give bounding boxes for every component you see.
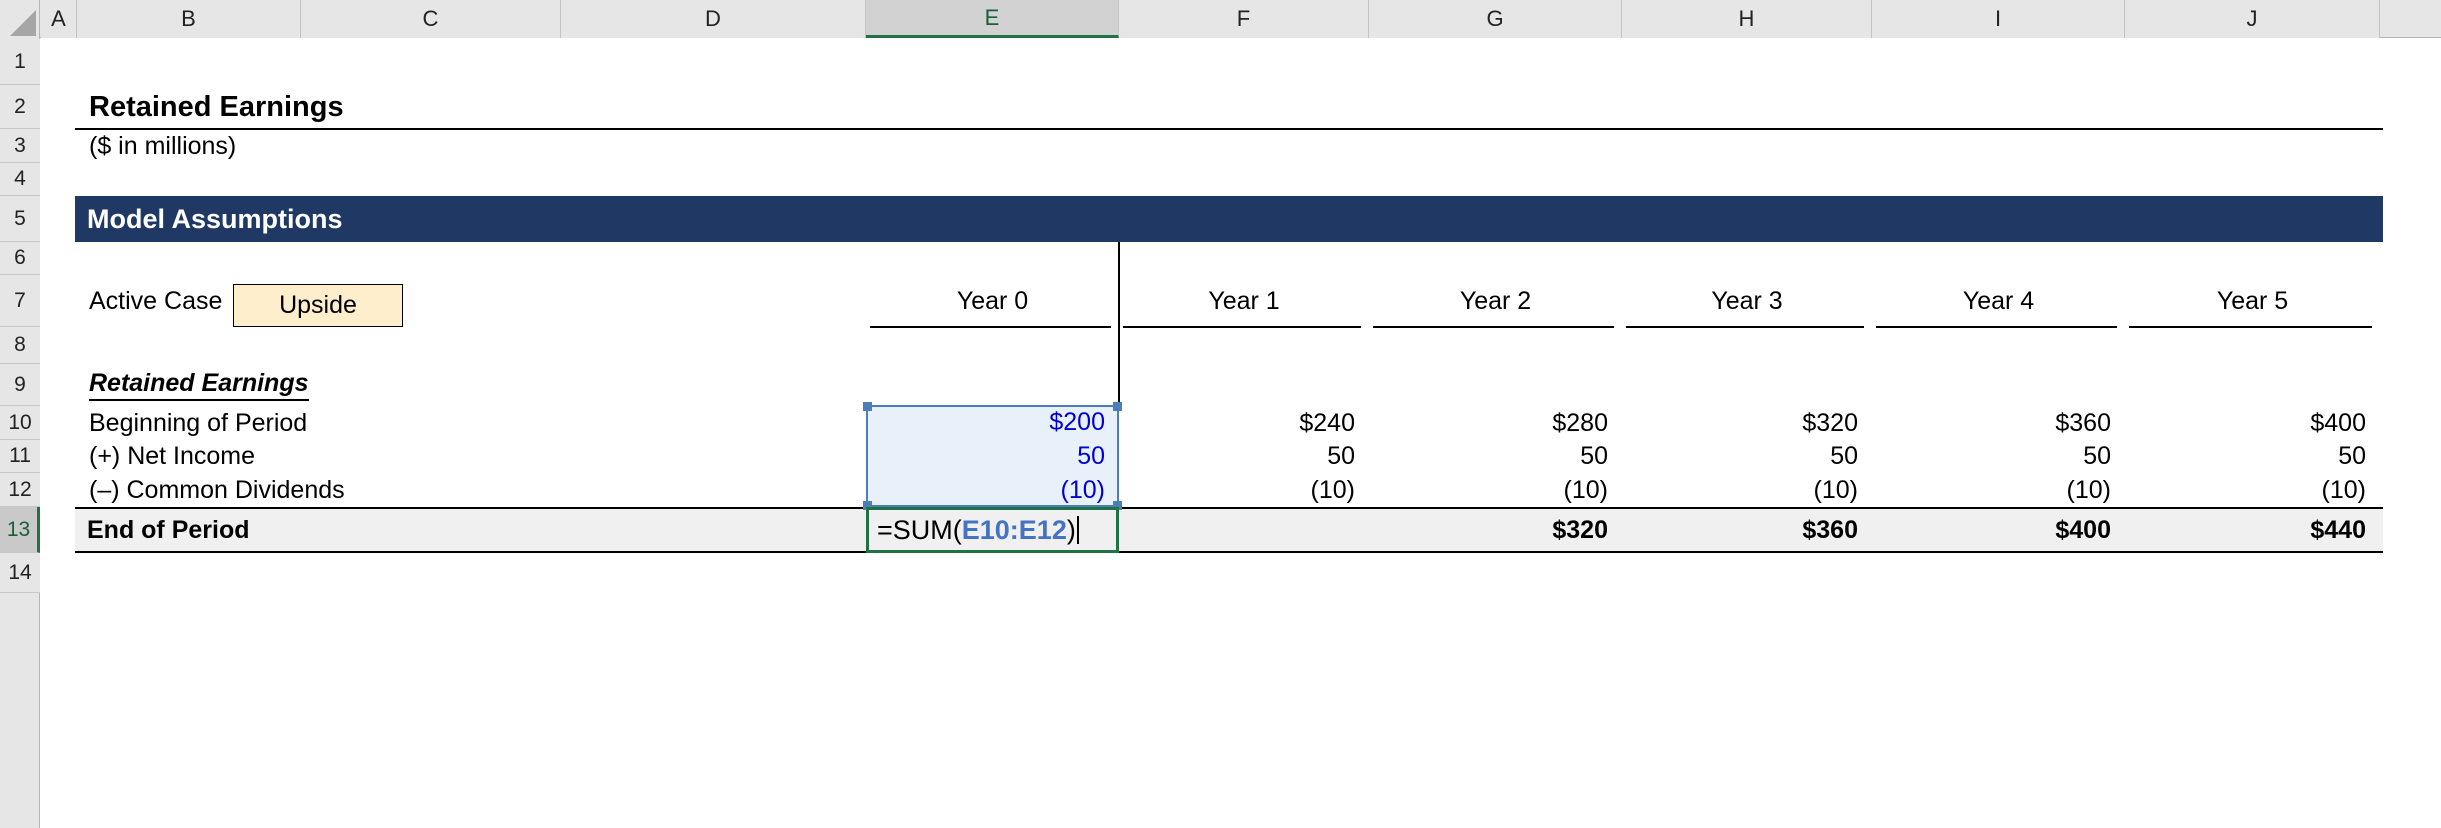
period-header-underline bbox=[1123, 326, 1361, 328]
line-item-value: (10) bbox=[1563, 475, 1608, 504]
period-header-underline bbox=[1373, 326, 1614, 328]
total-row-label: End of Period bbox=[87, 515, 250, 544]
row-header-3[interactable]: 3 bbox=[0, 129, 40, 163]
highlighted-range-value: (10) bbox=[1060, 475, 1105, 504]
row-header-9[interactable]: 9 bbox=[0, 364, 40, 406]
period-header-underline bbox=[1626, 326, 1864, 328]
line-item-value: (10) bbox=[2321, 475, 2366, 504]
active-cell-editor[interactable]: =SUM(E10:E12) bbox=[866, 507, 1119, 553]
row-header-6[interactable]: 6 bbox=[0, 242, 40, 275]
period-header-underline bbox=[870, 326, 1111, 328]
period-header-j: Year 5 bbox=[2216, 286, 2289, 315]
highlighted-range-values: $200 50 (10) bbox=[866, 405, 1119, 507]
formula-suffix: ) bbox=[1066, 514, 1076, 545]
sheet-title: Retained Earnings bbox=[89, 90, 344, 123]
row-header-12[interactable]: 12 bbox=[0, 473, 40, 507]
column-header-d[interactable]: D bbox=[561, 0, 866, 38]
spreadsheet-grid: ABCDEFGHIJ 1 2 3 4 5 6 7 8 9 10 11 12 13 14 Retained … bbox=[0, 0, 2441, 828]
row-header-13[interactable]: 13 bbox=[0, 507, 40, 553]
period-header-i: Year 4 bbox=[1962, 286, 2035, 315]
period-header-g: Year 2 bbox=[1459, 286, 1532, 315]
line-item-value: 50 bbox=[1580, 442, 1608, 470]
line-item-value: 50 bbox=[2083, 442, 2111, 470]
column-header-b[interactable]: B bbox=[77, 0, 301, 38]
line-item-value: 50 bbox=[2338, 442, 2366, 470]
formula-prefix: =SUM( bbox=[877, 514, 962, 545]
column-header-e[interactable]: E bbox=[866, 0, 1119, 38]
line-item-label: (–) Common Dividends bbox=[89, 475, 345, 504]
retained-earnings-section-header: Retained Earnings bbox=[77, 364, 377, 406]
period-header-underline bbox=[1876, 326, 2117, 328]
line-item-value: $280 bbox=[1552, 408, 1608, 437]
highlighted-range-value: 50 bbox=[1077, 441, 1105, 470]
total-value: $360 bbox=[1802, 515, 1858, 544]
line-item-label: Beginning of Period bbox=[89, 408, 308, 437]
sheet-subtitle: ($ in millions) bbox=[89, 131, 237, 160]
line-item-label: (+) Net Income bbox=[89, 442, 256, 470]
column-header-a[interactable]: A bbox=[41, 0, 77, 38]
row-header-5[interactable]: 5 bbox=[0, 196, 40, 242]
column-header-i[interactable]: I bbox=[1872, 0, 2125, 38]
formula-reference: E10:E12 bbox=[961, 514, 1067, 545]
period-header-f: Year 1 bbox=[1208, 286, 1280, 315]
line-item-value: (10) bbox=[1813, 475, 1858, 504]
row-header-4[interactable]: 4 bbox=[0, 163, 40, 196]
column-header-h[interactable]: H bbox=[1622, 0, 1872, 38]
period-header-h: Year 3 bbox=[1711, 286, 1783, 315]
column-header-j[interactable]: J bbox=[2125, 0, 2380, 38]
active-case-input[interactable]: Upside bbox=[233, 284, 403, 327]
column-header-g[interactable]: G bbox=[1369, 0, 1622, 38]
column-header-f[interactable]: F bbox=[1119, 0, 1369, 38]
row-header-7[interactable]: 7 bbox=[0, 275, 40, 327]
period-header-e: Year 0 bbox=[956, 286, 1029, 315]
period-header-underline bbox=[2129, 326, 2372, 328]
total-value: $440 bbox=[2310, 515, 2366, 544]
line-item-value: $320 bbox=[1802, 408, 1858, 437]
line-item-value: (10) bbox=[2066, 475, 2111, 504]
model-assumptions-band: Model Assumptions bbox=[75, 196, 2383, 242]
total-value: $400 bbox=[2055, 515, 2111, 544]
row-header-1[interactable]: 1 bbox=[0, 39, 40, 85]
line-item-value: 50 bbox=[1830, 442, 1858, 470]
column-header-c[interactable]: C bbox=[301, 0, 561, 38]
sheet-body: Retained Earnings ($ in millions) Model … bbox=[41, 39, 2441, 828]
section-header-text: Retained Earnings bbox=[89, 369, 309, 401]
line-item-value: $240 bbox=[1299, 408, 1355, 437]
line-item-value: $360 bbox=[2055, 408, 2111, 437]
line-item-value: (10) bbox=[1310, 475, 1355, 504]
total-value: $320 bbox=[1552, 515, 1608, 544]
highlighted-range-value: $200 bbox=[1049, 407, 1105, 436]
row-header-14[interactable]: 14 bbox=[0, 553, 40, 593]
title-underline bbox=[75, 128, 2383, 130]
line-item-value: $400 bbox=[2310, 408, 2366, 437]
row-header-10[interactable]: 10 bbox=[0, 406, 40, 440]
row-header-8[interactable]: 8 bbox=[0, 327, 40, 364]
text-caret bbox=[1076, 516, 1079, 544]
select-all-corner-button[interactable] bbox=[0, 0, 40, 38]
line-item-value: 50 bbox=[1327, 442, 1355, 470]
row-header-2[interactable]: 2 bbox=[0, 85, 40, 129]
row-header-11[interactable]: 11 bbox=[0, 440, 40, 473]
